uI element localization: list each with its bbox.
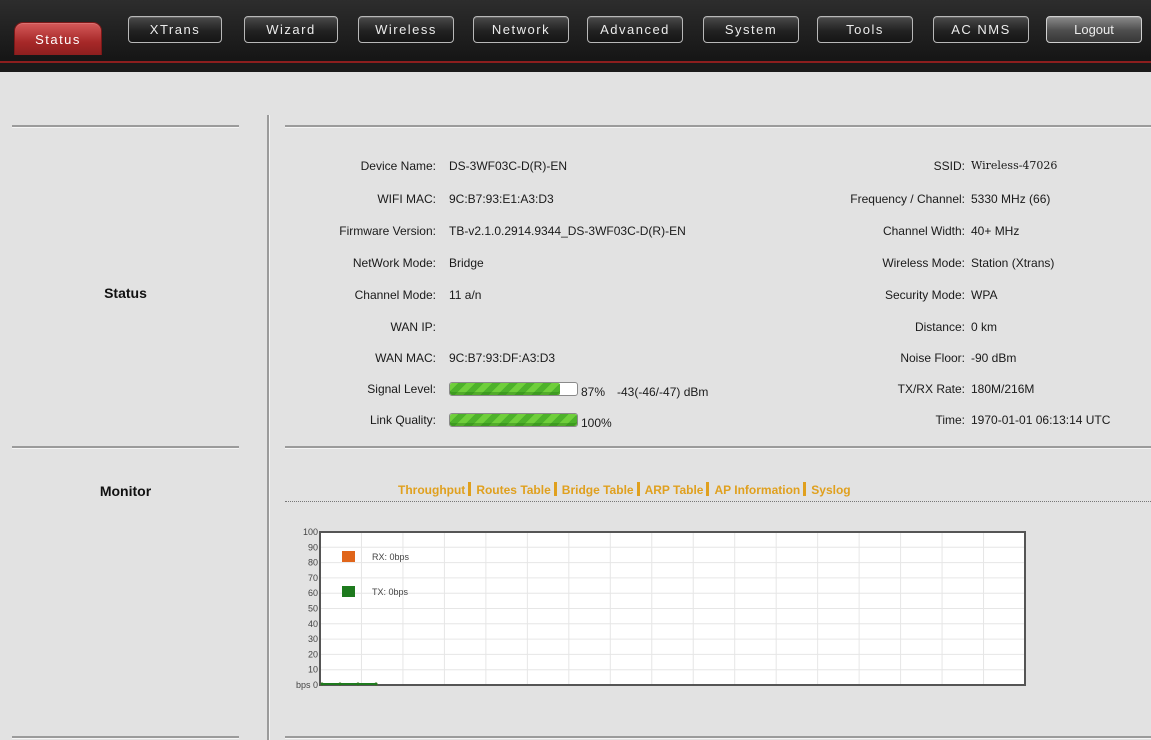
- chart-legend-label: RX: 0bps: [372, 552, 410, 562]
- chart-y-tick-label: 50: [308, 604, 318, 614]
- tab-wireless[interactable]: Wireless: [358, 16, 454, 43]
- tx-rx-rate-label: TX/RX Rate:: [897, 382, 965, 396]
- monitor-section-title: Monitor: [99, 483, 152, 499]
- chart-legend-swatch: [342, 551, 355, 562]
- chart-y-tick-label: 30: [308, 634, 318, 644]
- noise-floor-value: -90 dBm: [971, 351, 1017, 365]
- syslog-link[interactable]: Syslog: [811, 483, 850, 497]
- network-mode-label: NetWork Mode:: [352, 256, 436, 270]
- chart-y-tick-label: bps 0: [296, 680, 318, 690]
- security-mode-value: WPA: [971, 288, 998, 302]
- column-divider: [267, 115, 270, 740]
- signal-level-bar: [449, 382, 578, 396]
- link-separator: [803, 482, 807, 496]
- signal-level-percent: 87%: [581, 385, 606, 399]
- arp-table-link[interactable]: ARP Table: [645, 483, 704, 497]
- frequency-channel-value: 5330 MHz (66): [971, 192, 1051, 206]
- link-separator: [706, 482, 710, 496]
- channel-mode-label: Channel Mode:: [354, 288, 436, 302]
- signal-level-dbm: -43(-46/-47) dBm: [617, 385, 709, 399]
- chart-y-tick-label: 90: [308, 542, 318, 552]
- chart-data-point: [338, 682, 342, 686]
- device-name-label: Device Name:: [360, 159, 436, 173]
- network-mode-value: Bridge: [449, 256, 484, 270]
- tab-status[interactable]: Status: [14, 22, 102, 55]
- link-separator: [468, 482, 472, 496]
- security-mode-label: Security Mode:: [884, 288, 965, 302]
- distance-label: Distance:: [914, 320, 965, 334]
- tab-network[interactable]: Network: [473, 16, 569, 43]
- frequency-channel-label: Frequency / Channel:: [850, 192, 965, 206]
- distance-value: 0 km: [971, 320, 998, 334]
- left-divider-top: [12, 125, 239, 128]
- wan-ip-label: WAN IP:: [390, 320, 436, 334]
- right-divider-top: [285, 125, 1151, 128]
- link-quality-percent: 100%: [581, 416, 612, 430]
- link-quality-fill: [450, 414, 577, 426]
- wan-mac-label: WAN MAC:: [375, 351, 436, 365]
- chart-y-tick-label: 40: [308, 619, 318, 629]
- nav-shadow-band: [0, 63, 1151, 72]
- wireless-mode-label: Wireless Mode:: [882, 256, 965, 270]
- routes-table-link[interactable]: Routes Table: [476, 483, 550, 497]
- tab-ac-nms[interactable]: AC NMS: [933, 16, 1029, 43]
- wireless-mode-value: Station (Xtrans): [971, 256, 1055, 270]
- top-navigation-bar: Status XTrans Wizard Wireless Network Ad…: [0, 0, 1151, 72]
- chart-legend-label: TX: 0bps: [372, 587, 409, 597]
- signal-level-label: Signal Level:: [367, 382, 436, 396]
- monitor-links-underline: [285, 501, 1151, 502]
- bridge-table-link[interactable]: Bridge Table: [562, 483, 634, 497]
- channel-width-label: Channel Width:: [882, 224, 965, 238]
- right-divider-mid: [285, 446, 1151, 449]
- tab-tools[interactable]: Tools: [817, 16, 913, 43]
- right-divider-bottom: [285, 736, 1151, 739]
- chart-y-tick-label: 100: [303, 527, 318, 537]
- channel-mode-value: 11 a/n: [449, 288, 482, 302]
- channel-width-value: 40+ MHz: [971, 224, 1020, 238]
- link-quality-bar: [449, 413, 578, 427]
- time-label: Time:: [935, 413, 965, 427]
- chart-y-tick-label: 20: [308, 649, 318, 659]
- wifi-mac-value: 9C:B7:93:E1:A3:D3: [449, 192, 554, 206]
- chart-legend-swatch: [342, 586, 355, 597]
- firmware-version-label: Firmware Version:: [339, 224, 436, 238]
- wifi-mac-label: WIFI MAC:: [377, 192, 436, 206]
- ssid-label: SSID:: [933, 159, 965, 173]
- monitor-tab-links: Throughput Routes Table Bridge Table ARP Ta…: [398, 482, 851, 497]
- link-quality-label: Link Quality:: [369, 413, 436, 427]
- logout-button[interactable]: Logout: [1046, 16, 1142, 43]
- time-value: 1970-01-01 06:13:14 UTC: [971, 413, 1111, 427]
- chart-y-tick-label: 10: [308, 665, 318, 675]
- chart-y-tick-label: 70: [308, 573, 318, 583]
- link-separator: [553, 482, 557, 496]
- device-name-value: DS-3WF03C-D(R)-EN: [449, 159, 567, 173]
- ap-information-link[interactable]: AP Information: [714, 483, 800, 497]
- wan-mac-value: 9C:B7:93:DF:A3:D3: [449, 351, 556, 365]
- chart-data-point: [320, 682, 324, 686]
- chart-y-tick-label: 80: [308, 558, 318, 568]
- firmware-version-value: TB-v2.1.0.2914.9344_DS-3WF03C-D(R)-EN: [449, 224, 686, 238]
- signal-level-fill: [450, 383, 561, 395]
- left-divider-mid: [12, 446, 239, 449]
- tx-rx-rate-value: 180M/216M: [971, 382, 1035, 396]
- chart-y-tick-label: 60: [308, 588, 318, 598]
- tab-xtrans[interactable]: XTrans: [128, 16, 222, 43]
- tab-advanced[interactable]: Advanced: [587, 16, 683, 43]
- chart-data-point: [356, 682, 360, 686]
- link-separator: [636, 482, 640, 496]
- throughput-chart: 100 90 80 70 60 50 40 30 20 10 bps 0 RX: 0bps TX: 0b…: [296, 527, 1026, 690]
- tab-system[interactable]: System: [703, 16, 799, 43]
- noise-floor-label: Noise Floor:: [900, 351, 965, 365]
- status-section-title: Status: [104, 285, 147, 301]
- left-divider-bottom: [12, 736, 239, 739]
- throughput-link[interactable]: Throughput: [398, 483, 465, 497]
- ssid-value: Wireless-47026: [971, 159, 1058, 172]
- chart-data-point: [374, 682, 378, 686]
- tab-wizard[interactable]: Wizard: [244, 16, 338, 43]
